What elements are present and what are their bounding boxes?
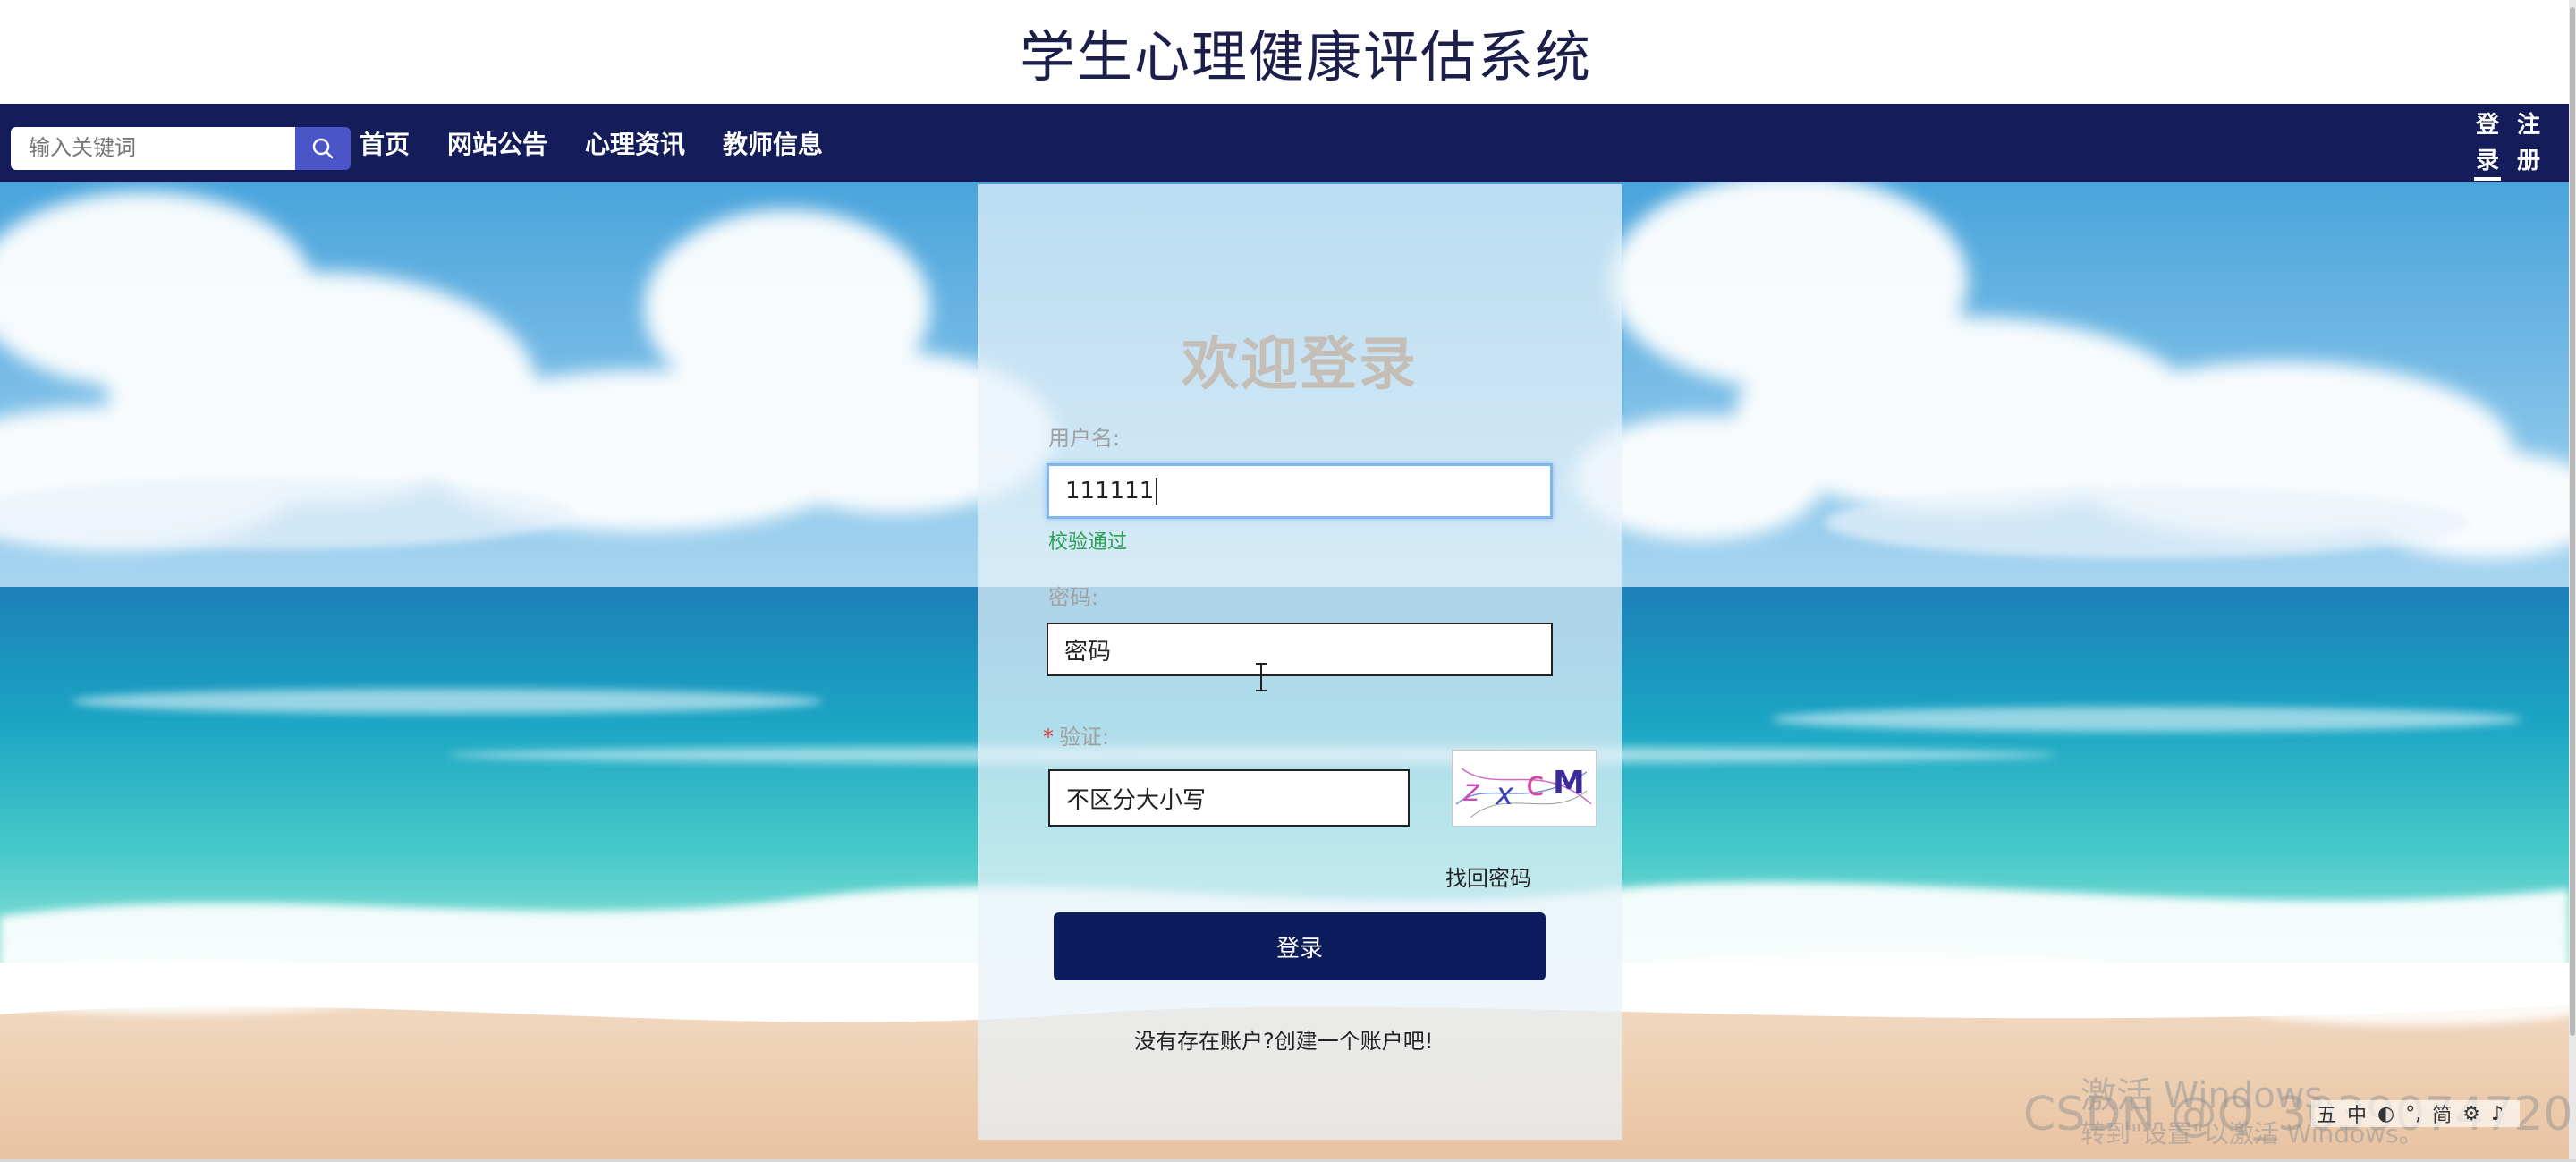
activate-windows-title: 激活 Windows [2080,1075,2324,1116]
text-cursor-icon [1256,663,1267,691]
captcha-input[interactable]: 不区分大小写 [1048,769,1410,827]
text-caret [1156,478,1158,505]
ime-item[interactable]: 简 [2432,1099,2452,1128]
ime-item[interactable]: ⚙ [2462,1103,2480,1125]
login-title: 欢迎登录 [1182,332,1418,398]
captcha-image[interactable]: z x c M [1452,750,1597,827]
ime-toolbar[interactable]: 五 中 ◐ °, 简 ⚙ ♪ [2311,1099,2521,1128]
required-mark: * [1043,725,1054,750]
ime-item[interactable]: 五 [2317,1099,2336,1128]
search-icon [312,138,334,159]
ime-item[interactable]: °, [2405,1103,2421,1125]
username-value: 111111 [1065,478,1155,505]
site-header: 学生心理健康评估系统 [0,0,2576,104]
search-button[interactable] [295,127,351,170]
nav-item-announcements[interactable]: 网站公告 [447,125,547,161]
ime-item[interactable]: ♪ [2491,1103,2504,1125]
password-placeholder: 密码 [1064,638,1112,666]
nav-item-psych-news[interactable]: 心理资讯 [585,125,685,161]
ime-item[interactable]: ◐ [2377,1103,2394,1125]
captcha-char-2: x [1495,776,1514,812]
nav-item-home[interactable]: 首页 [360,125,410,161]
login-submit-button[interactable]: 登录 [1054,912,1546,980]
create-account-link[interactable]: 没有存在账户?创建一个账户吧! [1134,1023,1433,1055]
register-char-2: 册 [2516,148,2540,174]
login-link[interactable]: 登 录 [2474,104,2501,182]
forgot-password-link[interactable]: 找回密码 [1445,861,1531,892]
site-title: 学生心理健康评估系统 [1019,24,1592,89]
captcha-label-text: 验证: [1059,725,1110,750]
ime-item[interactable]: 中 [2347,1099,2367,1128]
login-char-1: 登 [2475,112,2499,139]
nav-item-teachers[interactable]: 教师信息 [723,125,823,161]
captcha-char-3: c [1526,764,1545,803]
password-input[interactable]: 密码 [1046,623,1553,676]
username-valid-message: 校验通过 [1048,531,1128,554]
search-input[interactable] [11,127,295,170]
captcha-label: * 验证: [1043,719,1109,751]
captcha-char-1: z [1462,773,1480,809]
login-char-2: 录 [2475,148,2499,174]
nav-menu: 首页 网站公告 心理资讯 教师信息 [360,104,860,182]
username-input[interactable]: 111111 [1046,463,1553,519]
scrollbar-thumb[interactable] [2570,7,2575,1036]
captcha-placeholder: 不区分大小写 [1066,786,1207,814]
password-label: 密码: [1048,585,1099,610]
username-label: 用户名: [1048,426,1121,451]
captcha-char-4: M [1553,765,1585,802]
register-char-1: 注 [2516,112,2540,139]
register-link[interactable]: 注 册 [2515,104,2542,182]
